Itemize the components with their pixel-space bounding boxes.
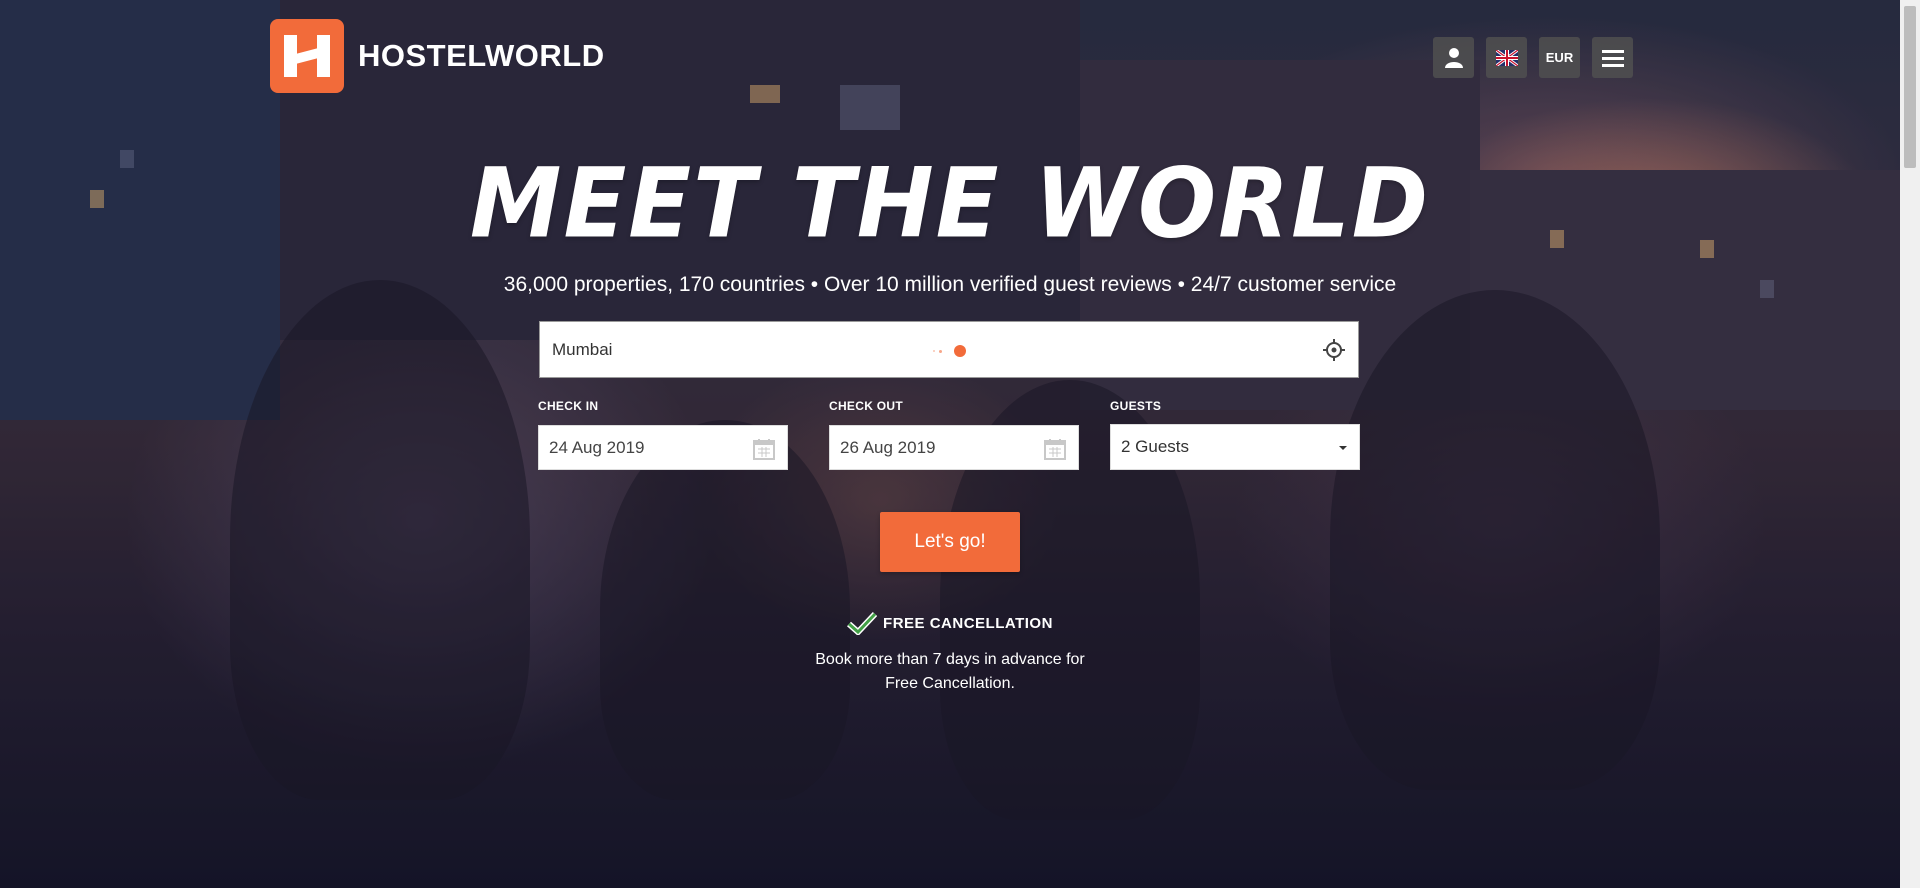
checkmark-icon	[847, 611, 878, 635]
chevron-down-icon	[1339, 446, 1347, 450]
destination-input[interactable]	[550, 338, 914, 361]
brand-logo[interactable]: HOSTELWORLD	[270, 19, 605, 93]
check-out-label: CHECK OUT	[829, 399, 904, 413]
uk-flag-icon	[1495, 49, 1518, 66]
language-button[interactable]	[1486, 37, 1527, 78]
calendar-icon	[753, 439, 775, 460]
hero-tagline: 36,000 properties, 170 countries • Over …	[503, 273, 1397, 296]
loading-spinner	[933, 345, 966, 357]
page-scrollbar[interactable]	[1900, 0, 1920, 888]
menu-icon	[1601, 49, 1624, 67]
free-cancellation-title: FREE CANCELLATION	[883, 614, 1053, 632]
guests-label: GUESTS	[1110, 399, 1162, 413]
currency-button[interactable]: EUR	[1539, 37, 1580, 78]
menu-button[interactable]	[1592, 37, 1633, 78]
header-actions: EUR	[1433, 37, 1633, 78]
free-cancellation-line1: Book more than 7 days in advance for	[815, 651, 1085, 668]
check-in-field[interactable]: 24 Aug 2019	[538, 425, 788, 470]
account-button[interactable]	[1433, 37, 1474, 78]
hero-headline: MEET THE WORLD	[469, 147, 1431, 260]
hostelworld-logo-icon	[270, 19, 344, 93]
guests-value: 2 Guests	[1121, 437, 1190, 456]
calendar-icon	[1044, 439, 1066, 460]
free-cancellation-line2: Free Cancellation.	[885, 675, 1015, 692]
check-in-label: CHECK IN	[538, 399, 599, 413]
check-out-field[interactable]: 26 Aug 2019	[829, 425, 1079, 470]
free-cancellation: FREE CANCELLATION Book more than 7 days …	[0, 611, 1900, 696]
destination-search[interactable]	[539, 321, 1359, 378]
check-out-value: 26 Aug 2019	[840, 437, 936, 457]
currency-label: EUR	[1545, 50, 1574, 65]
scrollbar-thumb[interactable]	[1904, 6, 1916, 168]
submit-search-button[interactable]: Let's go!	[880, 512, 1020, 572]
crosshair-icon[interactable]	[1322, 338, 1346, 362]
user-icon	[1444, 47, 1463, 68]
guests-select[interactable]: 2 Guests	[1110, 424, 1360, 470]
check-in-value: 24 Aug 2019	[549, 437, 645, 457]
brand-name: HOSTELWORLD	[358, 38, 605, 73]
